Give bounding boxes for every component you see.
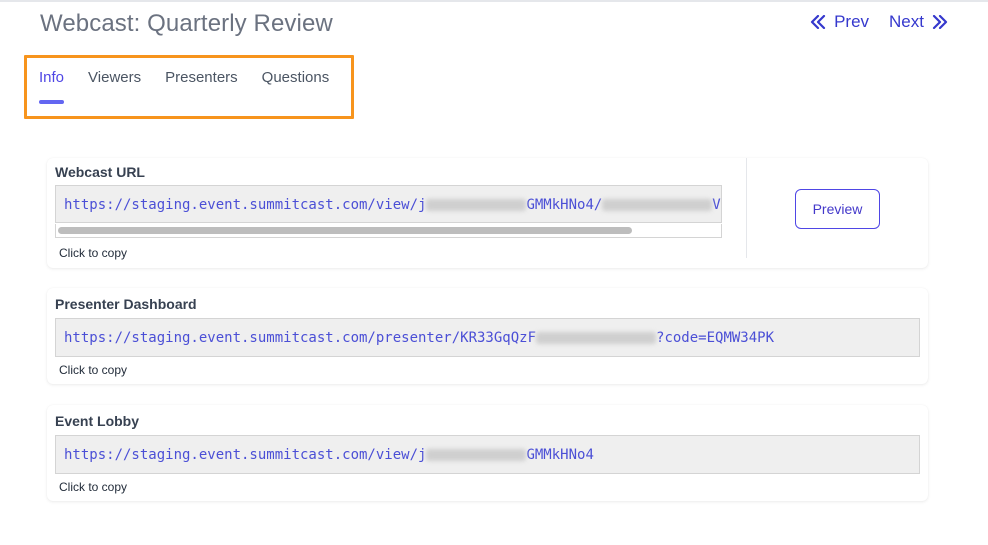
tab-bar: Info Viewers Presenters Questions xyxy=(39,69,330,104)
next-label: Next xyxy=(889,12,924,31)
event-lobby-label: Event Lobby xyxy=(55,413,140,429)
copy-hint[interactable]: Click to copy xyxy=(59,246,127,260)
horizontal-scrollbar[interactable] xyxy=(55,224,722,238)
lobby-url-text-end: GMMkHNo4 xyxy=(526,447,594,463)
next-button[interactable]: Next xyxy=(889,12,948,32)
webcast-url-text-middle: GMMkHNo4/ xyxy=(526,197,603,213)
tab-questions[interactable]: Questions xyxy=(262,69,330,96)
presenter-dashboard-field[interactable]: https://staging.event.summitcast.com/pre… xyxy=(55,318,920,357)
double-chevron-left-icon xyxy=(810,15,826,29)
webcast-url-card: Webcast URL https://staging.event.summit… xyxy=(47,158,928,268)
webcast-url-text-end: V xyxy=(712,197,721,213)
webcast-page: Webcast: Quarterly Review Prev Next Info… xyxy=(0,0,988,545)
prev-button[interactable]: Prev xyxy=(810,12,869,32)
redacted-segment xyxy=(602,199,713,211)
lobby-url-text-start: https://staging.event.summitcast.com/vie… xyxy=(64,447,427,463)
pager: Prev Next xyxy=(810,12,948,32)
card-divider xyxy=(746,158,747,258)
tab-presenters[interactable]: Presenters xyxy=(165,69,238,96)
webcast-url-text-start: https://staging.event.summitcast.com/vie… xyxy=(64,197,427,213)
presenter-url-text-end: ?code=EQMW34PK xyxy=(656,330,775,346)
tab-viewers[interactable]: Viewers xyxy=(88,69,141,96)
copy-hint[interactable]: Click to copy xyxy=(59,480,127,494)
redacted-segment xyxy=(536,332,657,344)
redacted-segment xyxy=(426,449,527,461)
event-lobby-field[interactable]: https://staging.event.summitcast.com/vie… xyxy=(55,435,920,474)
prev-label: Prev xyxy=(834,12,870,31)
double-chevron-right-icon xyxy=(932,15,948,29)
top-divider xyxy=(0,0,988,2)
presenter-dashboard-label: Presenter Dashboard xyxy=(55,296,197,312)
redacted-segment xyxy=(426,199,527,211)
presenter-url-text-start: https://staging.event.summitcast.com/pre… xyxy=(64,330,537,346)
copy-hint[interactable]: Click to copy xyxy=(59,363,127,377)
preview-button[interactable]: Preview xyxy=(795,189,880,229)
tab-info[interactable]: Info xyxy=(39,69,65,104)
presenter-dashboard-card: Presenter Dashboard https://staging.even… xyxy=(47,288,928,384)
webcast-url-label: Webcast URL xyxy=(55,164,145,180)
page-title: Webcast: Quarterly Review xyxy=(40,10,333,37)
webcast-url-field[interactable]: https://staging.event.summitcast.com/vie… xyxy=(55,185,722,223)
scrollbar-thumb[interactable] xyxy=(58,227,632,234)
event-lobby-card: Event Lobby https://staging.event.summit… xyxy=(47,405,928,501)
